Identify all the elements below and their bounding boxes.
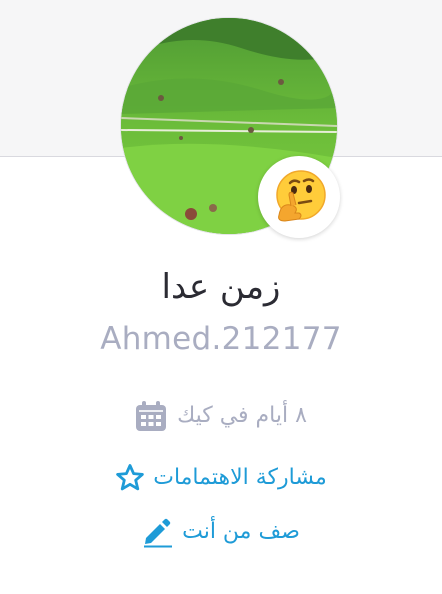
joined-text: ٨ أيام في كيك — [177, 403, 307, 428]
star-icon — [115, 463, 145, 493]
thinking-face-icon — [276, 170, 326, 222]
profile-handle: Ahmed.212177 — [100, 321, 342, 357]
describe-yourself-link[interactable]: صف من أنت — [0, 516, 442, 548]
profile-name: زمن عدا — [161, 267, 281, 307]
pencil-icon — [142, 516, 174, 548]
share-interests-link[interactable]: مشاركة الاهتمامات — [0, 462, 442, 494]
describe-yourself-label: صف من أنت — [182, 519, 300, 544]
calendar-icon — [135, 400, 167, 432]
share-interests-label: مشاركة الاهتمامات — [153, 465, 327, 490]
mood-badge[interactable] — [258, 156, 340, 238]
joined-info: ٨ أيام في كيك — [0, 400, 442, 432]
